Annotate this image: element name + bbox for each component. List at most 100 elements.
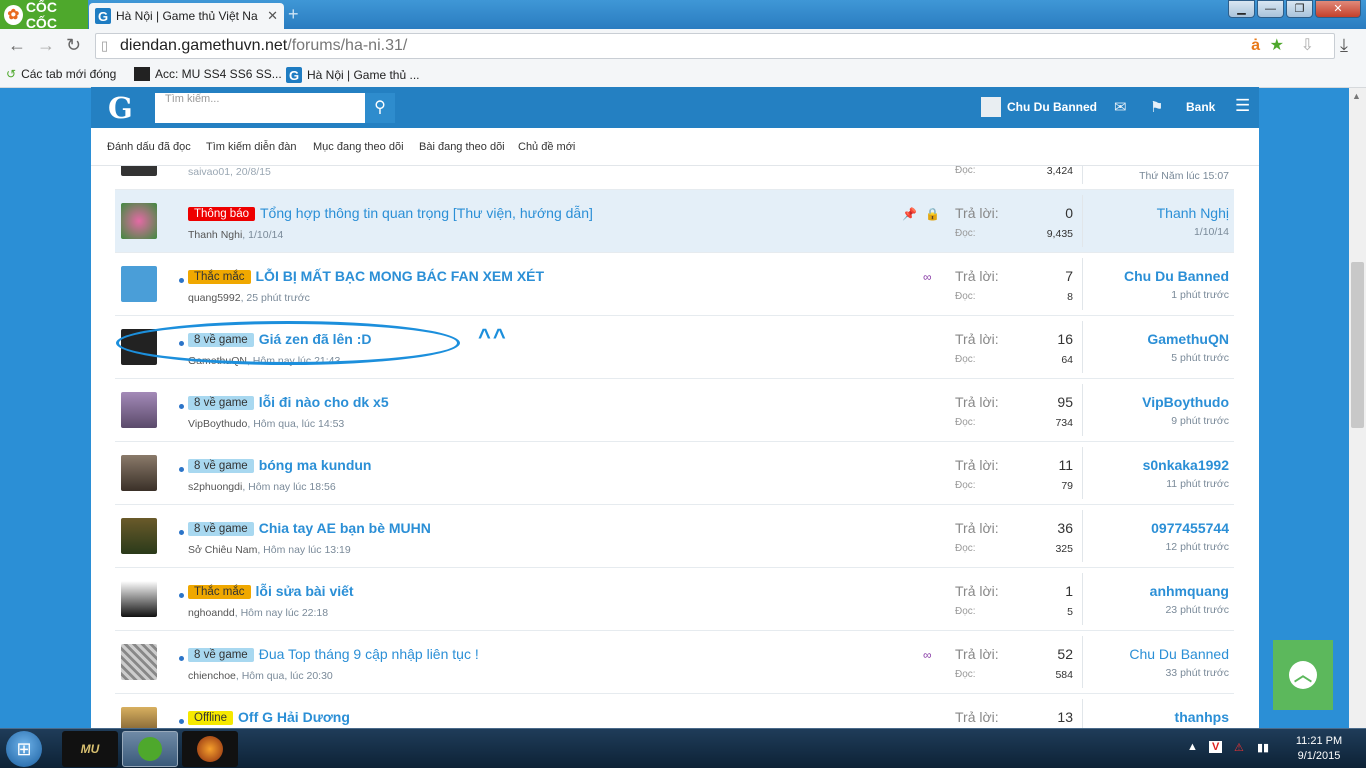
last-post-user[interactable]: VipBoythudo bbox=[1079, 394, 1229, 410]
alerts-flag-icon[interactable]: ⚑ bbox=[1150, 98, 1163, 116]
thread-author[interactable]: quang5992 bbox=[188, 292, 241, 304]
antivirus-icon[interactable]: V bbox=[1209, 741, 1223, 753]
taskbar-mu-app[interactable]: MU bbox=[62, 731, 118, 767]
last-post: GamethuQN 5 phút trước bbox=[1079, 331, 1229, 364]
table-row[interactable]: Thông báo Tổng hợp thông tin quan trọng [… bbox=[115, 190, 1234, 253]
thread-author[interactable]: Thanh Nghi bbox=[188, 229, 242, 241]
last-post-user[interactable]: Thanh Nghị bbox=[1079, 205, 1229, 221]
minimize-icon[interactable]: ▁ bbox=[1228, 0, 1255, 18]
forward-icon[interactable]: → bbox=[37, 35, 55, 56]
thread-title-link[interactable]: Chia tay AE bạn bè MUHN bbox=[259, 520, 431, 536]
download-icon[interactable]: ⇩ bbox=[1301, 34, 1314, 58]
thread-title-link[interactable]: Đua Top tháng 9 cập nhập liên tục ! bbox=[259, 646, 479, 662]
last-post-user[interactable]: 0977455744 bbox=[1079, 520, 1229, 536]
watched-threads-link[interactable]: Bài đang theo dõi bbox=[419, 141, 505, 153]
menu-icon[interactable]: ☰ bbox=[1235, 96, 1250, 116]
table-row[interactable]: 8 về game Chia tay AE bạn bè MUHN Sở Chiê… bbox=[115, 505, 1234, 568]
user-menu[interactable]: Chu Du Banned bbox=[981, 97, 1097, 117]
network-alert-icon[interactable]: ⚠ bbox=[1234, 741, 1244, 754]
last-post: anhmquang 23 phút trước bbox=[1079, 583, 1229, 616]
thread-author[interactable]: s2phuongdi bbox=[188, 481, 242, 493]
thread-title-link[interactable]: lỗi đi nào cho dk x5 bbox=[259, 394, 389, 410]
windows-logo-icon: ⊞ bbox=[16, 738, 32, 759]
unread-dot-icon bbox=[179, 719, 184, 724]
thread-title[interactable]: 8 về game Đua Top tháng 9 cập nhập liên t… bbox=[188, 646, 479, 662]
thread-author[interactable]: nghoandd bbox=[188, 607, 235, 619]
last-post-user[interactable]: anhmquang bbox=[1079, 583, 1229, 599]
thread-title-link[interactable]: Tổng hợp thông tin quan trọng [Thư viện,… bbox=[260, 205, 593, 221]
table-row[interactable]: saivao01, 20/8/15 Đọc: 3,424 Thứ Năm lúc… bbox=[115, 166, 1234, 190]
search-icon[interactable]: ⚲ bbox=[365, 93, 395, 123]
taskbar-coccoc-app[interactable] bbox=[122, 731, 178, 767]
thread-date: Hôm nay lúc 22:18 bbox=[240, 607, 329, 619]
table-row[interactable]: 8 về game lỗi đi nào cho dk x5 VipBoythud… bbox=[115, 379, 1234, 442]
last-post: VipBoythudo 9 phút trước bbox=[1079, 394, 1229, 427]
table-row[interactable]: 8 về game Đua Top tháng 9 cập nhập liên t… bbox=[115, 631, 1234, 694]
tray-expand-icon[interactable]: ▲ bbox=[1187, 741, 1198, 753]
browser-tab[interactable]: G Hà Nội | Game thủ Việt Na ✕ bbox=[89, 3, 284, 29]
table-row[interactable]: Thắc mắc lỗi sửa bài viết nghoandd, Hôm n… bbox=[115, 568, 1234, 631]
thread-date: 1/10/14 bbox=[248, 229, 284, 241]
thread-title-link[interactable]: LỖI BỊ MẤT BẠC MONG BÁC FAN XEM XÉT bbox=[256, 268, 545, 284]
back-icon[interactable]: ← bbox=[8, 35, 26, 56]
thread-title[interactable]: Thắc mắc lỗi sửa bài viết bbox=[188, 583, 354, 599]
bookmark-recent-tabs[interactable]: ↺ Các tab mới đóng bbox=[6, 67, 116, 81]
last-post-user[interactable]: GamethuQN bbox=[1079, 331, 1229, 347]
thread-author[interactable]: chienchoe bbox=[188, 670, 236, 682]
thread-title[interactable]: 8 về game lỗi đi nào cho dk x5 bbox=[188, 394, 389, 410]
search-input[interactable]: Tìm kiếm... bbox=[155, 93, 365, 123]
last-post-user[interactable]: s0nkaka1992 bbox=[1079, 457, 1229, 473]
views-label: Đọc: bbox=[955, 417, 976, 428]
address-bar[interactable]: ▯ diendan.gamethuvn.net/forums/ha-ni.31/… bbox=[95, 33, 1335, 59]
replies-label: Trả lời: bbox=[955, 205, 999, 221]
bank-link[interactable]: Bank bbox=[1186, 100, 1215, 114]
start-button[interactable]: ⊞ bbox=[6, 731, 42, 767]
thread-title-link[interactable]: bóng ma kundun bbox=[259, 457, 372, 473]
reload-icon[interactable]: ↻ bbox=[66, 35, 81, 56]
coccoc-extension-icon[interactable]: ȧ bbox=[1251, 34, 1260, 58]
last-post-time: 33 phút trước bbox=[1165, 667, 1229, 679]
signal-icon[interactable]: ▮▮ bbox=[1257, 741, 1269, 754]
thread-title[interactable]: Thắc mắc LỖI BỊ MẤT BẠC MONG BÁC FAN XEM … bbox=[188, 268, 544, 284]
last-post-time: 5 phút trước bbox=[1171, 352, 1229, 364]
thread-author[interactable]: VipBoythudo bbox=[188, 418, 247, 430]
avatar bbox=[981, 97, 1001, 117]
close-window-icon[interactable]: ✕ bbox=[1315, 0, 1361, 18]
new-tab-icon[interactable]: + bbox=[288, 4, 299, 25]
page-scrollbar[interactable]: ▲ bbox=[1349, 88, 1366, 728]
bookmark-star-icon[interactable]: ★ bbox=[1270, 34, 1284, 58]
scroll-up-icon[interactable]: ▲ bbox=[1352, 91, 1361, 101]
unread-dot-icon bbox=[179, 530, 184, 535]
table-row[interactable]: 8 về game bóng ma kundun s2phuongdi, Hôm … bbox=[115, 442, 1234, 505]
thread-author[interactable]: Sở Chiêu Nam bbox=[188, 544, 257, 556]
new-threads-link[interactable]: Chủ đề mới bbox=[518, 141, 575, 153]
thread-title[interactable]: Offline Off G Hải Dương bbox=[188, 709, 350, 725]
search-forum-link[interactable]: Tìm kiếm diễn đàn bbox=[206, 141, 296, 153]
last-post-user[interactable]: Chu Du Banned bbox=[1079, 646, 1229, 662]
last-post-user[interactable]: thanhps bbox=[1079, 709, 1229, 725]
download-manager-icon[interactable]: ⤓ bbox=[1340, 35, 1348, 56]
thread-title-link[interactable]: Off G Hải Dương bbox=[238, 709, 350, 725]
bookmark-hanoi[interactable]: G Hà Nội | Game thủ ... bbox=[286, 67, 420, 83]
forum-logo[interactable]: G bbox=[108, 91, 133, 125]
prefix-badge: 8 về game bbox=[188, 459, 254, 473]
watched-forums-link[interactable]: Mục đang theo dõi bbox=[313, 141, 404, 153]
maximize-icon[interactable]: ❐ bbox=[1286, 0, 1313, 18]
table-row[interactable]: Offline Off G Hải Dương Trả lời: 13 thanhp… bbox=[115, 694, 1234, 728]
thread-title[interactable]: 8 về game bóng ma kundun bbox=[188, 457, 371, 473]
bookmark-acc-mu[interactable]: Acc: MU SS4 SS6 SS... bbox=[134, 67, 282, 81]
back-to-top-button[interactable]: ︿ bbox=[1273, 640, 1333, 710]
taskbar-game-app[interactable] bbox=[182, 731, 238, 767]
mail-icon[interactable]: ✉ bbox=[1114, 98, 1127, 116]
thread-title[interactable]: Thông báo Tổng hợp thông tin quan trọng [… bbox=[188, 205, 593, 221]
coccoc-brand-button[interactable]: ✿ CỐC CỐC bbox=[0, 0, 88, 31]
restore-icon[interactable]: — bbox=[1257, 0, 1284, 18]
mark-read-link[interactable]: Đánh dấu đã đọc bbox=[107, 141, 191, 153]
last-post-user[interactable]: Chu Du Banned bbox=[1079, 268, 1229, 284]
scrollbar-thumb[interactable] bbox=[1351, 262, 1364, 428]
thread-title-link[interactable]: lỗi sửa bài viết bbox=[256, 583, 354, 599]
system-clock[interactable]: 11:21 PM 9/1/2015 bbox=[1284, 734, 1354, 764]
table-row[interactable]: Thắc mắc LỖI BỊ MẤT BẠC MONG BÁC FAN XEM … bbox=[115, 253, 1234, 316]
close-tab-icon[interactable]: ✕ bbox=[267, 8, 278, 24]
thread-title[interactable]: 8 về game Chia tay AE bạn bè MUHN bbox=[188, 520, 431, 536]
